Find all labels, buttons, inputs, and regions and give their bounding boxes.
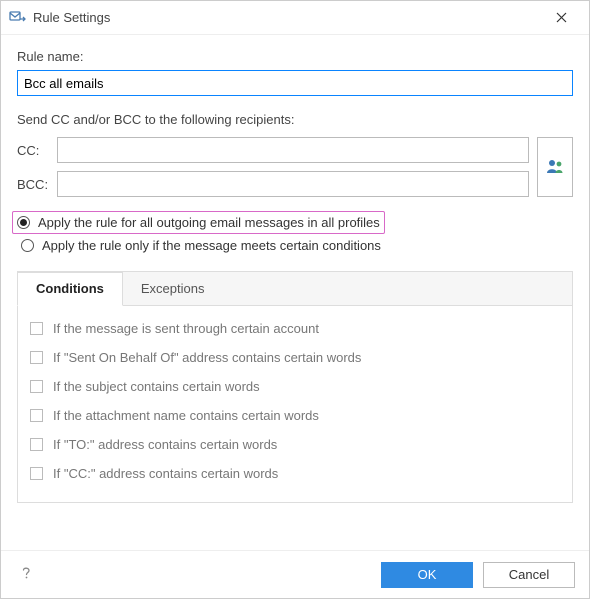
checkbox-icon: [30, 322, 43, 335]
cc-row: CC:: [17, 137, 529, 163]
recipients-section-label: Send CC and/or BCC to the following reci…: [17, 112, 573, 127]
scope-option-all[interactable]: Apply the rule for all outgoing email me…: [12, 211, 385, 234]
recipients-area: CC: BCC:: [17, 137, 573, 197]
dialog-footer: OK Cancel: [1, 550, 589, 598]
radio-icon: [21, 239, 34, 252]
scope-option-conditional[interactable]: Apply the rule only if the message meets…: [17, 234, 573, 257]
bcc-row: BCC:: [17, 171, 529, 197]
scope-radio-group: Apply the rule for all outgoing email me…: [17, 211, 573, 257]
tab-header: Conditions Exceptions: [18, 272, 572, 306]
add-recipients-button[interactable]: [537, 137, 573, 197]
dialog-content: Rule name: Send CC and/or BCC to the fol…: [1, 35, 589, 550]
tab-exceptions[interactable]: Exceptions: [123, 273, 224, 306]
condition-label: If "Sent On Behalf Of" address contains …: [53, 350, 361, 365]
cancel-button[interactable]: Cancel: [483, 562, 575, 588]
condition-row[interactable]: If the message is sent through certain a…: [28, 314, 562, 343]
app-icon: [9, 9, 27, 27]
rule-name-input[interactable]: [17, 70, 573, 96]
rule-name-label: Rule name:: [17, 49, 573, 64]
help-button[interactable]: [15, 561, 38, 589]
ok-button[interactable]: OK: [381, 562, 473, 588]
tab-conditions[interactable]: Conditions: [17, 272, 123, 306]
checkbox-icon: [30, 380, 43, 393]
people-icon: [545, 156, 565, 179]
tab-body: If the message is sent through certain a…: [18, 306, 572, 502]
conditions-panel: Conditions Exceptions If the message is …: [17, 271, 573, 503]
bcc-input[interactable]: [57, 171, 529, 197]
condition-label: If the attachment name contains certain …: [53, 408, 319, 423]
help-icon: [19, 567, 34, 584]
checkbox-icon: [30, 438, 43, 451]
condition-row[interactable]: If the subject contains certain words: [28, 372, 562, 401]
scope-option-conditional-label: Apply the rule only if the message meets…: [42, 238, 381, 253]
condition-row[interactable]: If "TO:" address contains certain words: [28, 430, 562, 459]
titlebar: Rule Settings: [1, 1, 589, 35]
condition-label: If the subject contains certain words: [53, 379, 260, 394]
cc-label: CC:: [17, 143, 51, 158]
checkbox-icon: [30, 351, 43, 364]
condition-row[interactable]: If the attachment name contains certain …: [28, 401, 562, 430]
scope-option-all-label: Apply the rule for all outgoing email me…: [38, 215, 380, 230]
radio-icon: [17, 216, 30, 229]
checkbox-icon: [30, 409, 43, 422]
rule-settings-dialog: Rule Settings Rule name: Send CC and/or …: [0, 0, 590, 599]
condition-row[interactable]: If "CC:" address contains certain words: [28, 459, 562, 488]
bcc-label: BCC:: [17, 177, 51, 192]
condition-row[interactable]: If "Sent On Behalf Of" address contains …: [28, 343, 562, 372]
close-button[interactable]: [541, 4, 581, 32]
checkbox-icon: [30, 467, 43, 480]
condition-label: If the message is sent through certain a…: [53, 321, 319, 336]
condition-label: If "TO:" address contains certain words: [53, 437, 277, 452]
cc-input[interactable]: [57, 137, 529, 163]
window-title: Rule Settings: [27, 10, 541, 25]
condition-label: If "CC:" address contains certain words: [53, 466, 278, 481]
